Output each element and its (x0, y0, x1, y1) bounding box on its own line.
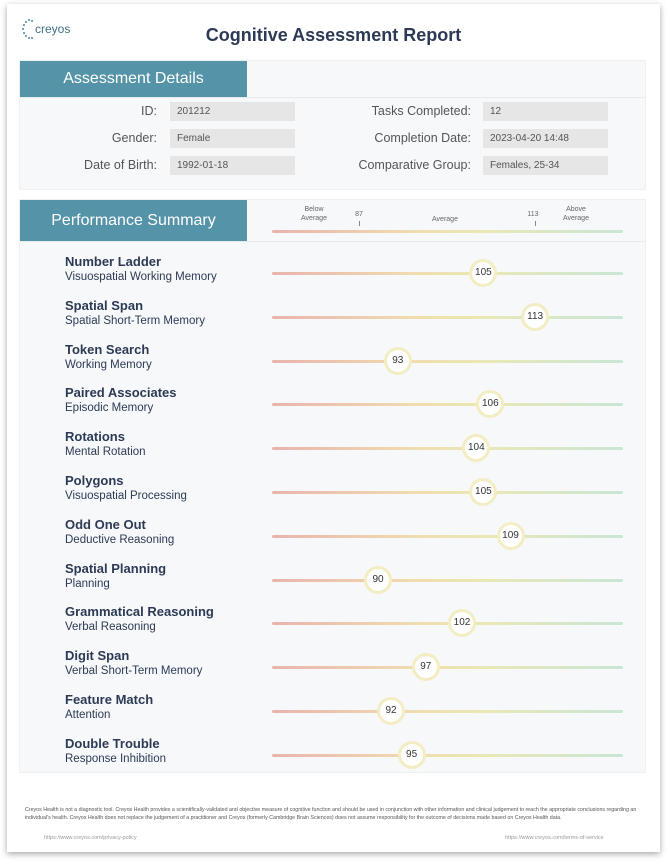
report-title: Cognitive Assessment Report (205, 25, 462, 45)
task-score-bar (272, 272, 623, 275)
task-name: Token Search (65, 341, 150, 357)
task-score-bubble: 105 (469, 259, 498, 287)
task-name: Feature Match (65, 692, 154, 707)
task-score-bubble: 93 (383, 346, 412, 375)
task-name: Paired Associates (65, 385, 177, 401)
task-name: Grammatical Reasoning (65, 604, 214, 620)
scale-high-cut: 113 (527, 211, 539, 218)
low-cut-tick (359, 221, 360, 226)
task-score-bar (272, 534, 623, 538)
scale-average: Average (432, 216, 458, 223)
task-score-bubble: 102 (447, 609, 476, 638)
task-domain: Visuospatial Working Memory (65, 271, 217, 283)
scale-bar (272, 230, 623, 233)
high-cut-tick (535, 221, 536, 226)
task-score-bar (272, 315, 623, 319)
task-score-bar (272, 403, 623, 407)
report-page: creyos Cognitive Assessment Report Asses… (7, 4, 660, 852)
task-score-bubble: 104 (462, 434, 491, 463)
task-score-bar (272, 491, 623, 494)
task-score-bar (272, 666, 623, 670)
scale-above-average: Above Average (563, 206, 589, 222)
right-field-label: Comparative Group: (358, 158, 471, 172)
task-score-bubble: 109 (496, 521, 525, 550)
task-name: Spatial Planning (65, 560, 167, 576)
task-name: Rotations (65, 429, 125, 445)
task-domain: Mental Rotation (65, 446, 146, 459)
task-domain: Verbal Reasoning (65, 621, 156, 634)
task-score-bubble: 90 (364, 565, 393, 594)
left-field-label: ID: (141, 104, 157, 118)
right-field-value: 2023-04-20 14:48 (483, 129, 608, 148)
task-domain: Working Memory (65, 358, 152, 371)
task-score-bar (272, 753, 623, 757)
right-field-value: 12 (483, 102, 608, 121)
task-domain: Spatial Short-Term Memory (65, 314, 205, 327)
task-domain: Episodic Memory (65, 402, 154, 415)
task-score-bar (272, 447, 623, 451)
right-field-label: Tasks Completed: (371, 104, 471, 118)
task-score-bubble: 92 (377, 697, 406, 725)
task-domain: Attention (65, 709, 111, 721)
task-score-bubble: 113 (521, 302, 550, 331)
task-name: Polygons (65, 473, 124, 488)
task-score-bubble: 95 (397, 740, 426, 769)
task-name: Double Trouble (65, 735, 160, 751)
task-score-bar (272, 578, 623, 582)
task-name: Digit Span (65, 648, 130, 664)
right-field-label: Completion Date: (374, 131, 471, 145)
task-score-bar (272, 710, 623, 713)
privacy-policy-link[interactable]: https://www.creyos.com/privacy-policy (44, 835, 137, 841)
right-field-value: Females, 25-34 (483, 156, 608, 175)
task-domain: Deductive Reasoning (65, 533, 175, 546)
task-name: Spatial Span (65, 297, 144, 313)
task-domain: Verbal Short-Term Memory (65, 665, 203, 678)
task-score-bubble: 105 (469, 478, 498, 506)
left-field-label: Date of Birth: (84, 158, 157, 172)
assessment-details-heading: Assessment Details (20, 61, 247, 97)
task-score-bubble: 106 (476, 390, 505, 419)
scale-below-average: Below Average (301, 206, 327, 222)
performance-summary-heading: Performance Summary (20, 200, 247, 241)
task-score-bar (272, 359, 623, 363)
left-field-value: Female (170, 129, 295, 148)
left-field-value: 1992-01-18 (170, 156, 295, 175)
scale-low-cut: 87 (355, 211, 363, 218)
task-domain: Visuospatial Processing (65, 490, 187, 502)
performance-summary-section: Performance Summary Below Average 87 Ave… (19, 199, 646, 773)
task-domain: Planning (65, 577, 110, 590)
assessment-details-section: Assessment Details ID: 201212 Gender: Femal… (19, 60, 646, 190)
task-name: Odd One Out (65, 516, 146, 532)
disclaimer: Creyos Health is not a diagnostic tool. … (25, 807, 637, 821)
terms-of-service-link[interactable]: https://www.creyos.com/terms-of-service (505, 835, 604, 841)
task-score-bubble: 97 (411, 653, 440, 682)
left-field-label: Gender: (111, 131, 157, 145)
left-field-value: 201212 (170, 102, 295, 121)
task-domain: Response Inhibition (65, 752, 167, 765)
task-name: Number Ladder (65, 254, 162, 269)
